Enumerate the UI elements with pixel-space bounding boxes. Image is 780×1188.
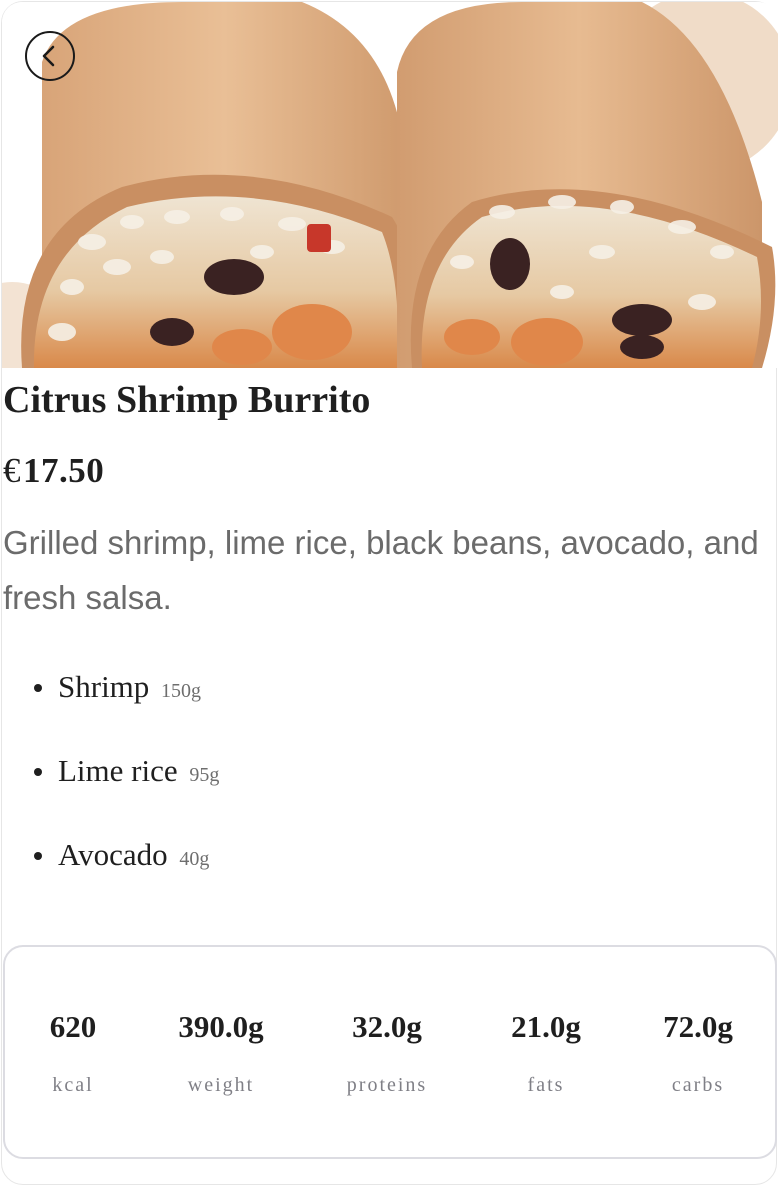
currency-symbol: € [3, 451, 21, 490]
burrito-photo [2, 2, 778, 368]
product-description: Grilled shrimp, lime rice, black beans, … [3, 524, 759, 616]
nutrition-value: 32.0g [352, 1009, 422, 1044]
back-button[interactable] [25, 31, 75, 81]
nutrition-label: weight [187, 1074, 255, 1096]
ingredient-item: Lime rice 95g [0, 729, 219, 813]
ingredient-list: Shrimp 150g Lime rice 95g Avocado 40g [0, 645, 219, 897]
product-title: Citrus Shrimp Burrito [3, 379, 371, 421]
ingredient-amount: 150g [161, 680, 202, 702]
product-image [2, 2, 778, 368]
nutrition-value: 620 [49, 1009, 97, 1044]
ingredient-name: Shrimp [58, 669, 150, 704]
product-price: €17.50 [3, 448, 104, 494]
price-value: 17.50 [23, 451, 105, 490]
ingredient-item: Avocado 40g [0, 813, 219, 897]
nutrition-label: kcal [52, 1074, 94, 1096]
ingredient-amount: 95g [189, 764, 220, 786]
ingredient-amount: 40g [179, 848, 210, 870]
ingredient-name: Lime rice [58, 753, 178, 788]
chevron-left-icon [42, 45, 55, 67]
ingredient-item: Shrimp 150g [0, 645, 219, 729]
nutrition-panel: 620 kcal 390.0g weight 32.0g proteins 21… [3, 945, 777, 1159]
nutrition-value: 72.0g [663, 1009, 733, 1044]
nutrition-label: fats [527, 1074, 565, 1096]
nutrition-value: 21.0g [511, 1009, 581, 1044]
nutrition-label: carbs [671, 1074, 725, 1096]
nutrition-value: 390.0g [178, 1009, 264, 1044]
ingredient-name: Avocado [58, 837, 168, 872]
nutrition-label: proteins [346, 1074, 428, 1096]
